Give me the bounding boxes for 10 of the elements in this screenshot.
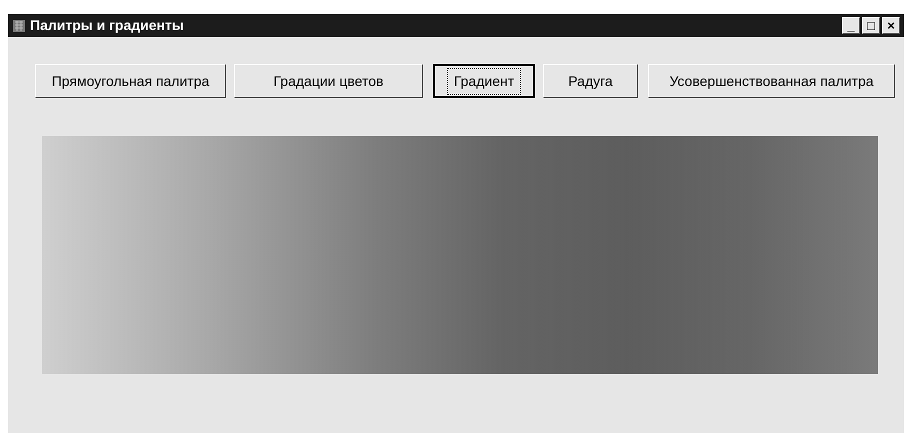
palette-button[interactable]: Градации цветов	[234, 64, 423, 98]
minimize-button[interactable]: _	[842, 17, 860, 34]
palette-button[interactable]: Градиент	[433, 64, 535, 98]
app-icon	[12, 18, 26, 32]
maximize-button[interactable]: □	[862, 17, 880, 34]
palette-button[interactable]: Усовершенствованная палитра	[648, 64, 895, 98]
palette-button[interactable]: Радуга	[543, 64, 638, 98]
window-title: Палитры и градиенты	[30, 16, 184, 35]
close-button[interactable]: ×	[882, 17, 900, 34]
palette-button[interactable]: Прямоугольная палитра	[35, 64, 226, 98]
